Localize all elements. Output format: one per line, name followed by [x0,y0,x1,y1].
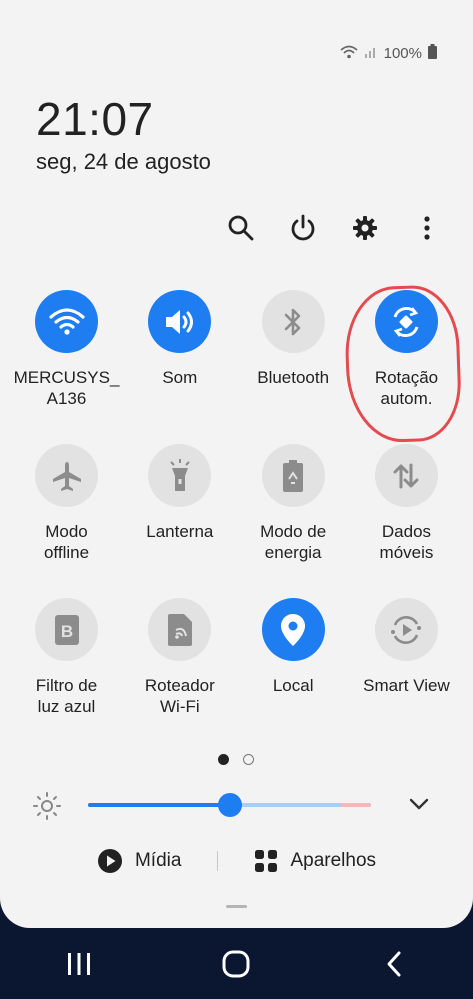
drag-handle[interactable] [226,905,247,908]
tile-blue-light-button[interactable]: B [35,598,98,661]
home-button[interactable] [206,934,266,994]
more-options-button[interactable] [409,208,445,248]
search-button[interactable] [223,208,259,248]
tile-label: Modo de energia [260,522,327,562]
tile-label: Modo offline [43,522,90,562]
tile-smart-view[interactable]: Smart View [350,598,463,752]
settings-button[interactable] [347,208,383,248]
gear-icon [353,216,377,240]
brightness-slider-high-zone [341,803,371,807]
flashlight-icon [170,458,190,491]
brightness-slider[interactable] [88,793,371,817]
status-bar: 100% [340,44,437,63]
media-devices-bar: Mídia Aparelhos [0,848,473,874]
tile-label: Bluetooth [257,368,330,387]
devices-button[interactable]: Aparelhos [254,849,376,873]
bluetooth-icon [284,308,301,335]
media-button[interactable]: Mídia [97,848,181,874]
tile-label: Filtro de luz azul [35,676,98,716]
volume-icon [165,309,193,334]
tile-sound[interactable]: Som [123,290,236,444]
battery-icon [428,44,437,63]
tile-hotspot-button[interactable] [148,598,212,661]
tile-label: Local [272,676,314,695]
page-dot-active[interactable] [218,754,229,765]
divider [217,851,219,871]
power-button[interactable] [285,208,321,248]
devices-grid-icon [255,850,278,872]
back-button[interactable] [364,934,424,994]
tile-wifi-button[interactable] [35,290,98,353]
sun-icon [33,792,61,820]
clock-date[interactable]: seg, 24 de agosto [36,149,211,175]
recent-apps-button[interactable] [49,934,109,994]
tile-label: Dados móveis [379,522,434,562]
quick-toolbar [223,208,445,248]
location-icon [281,613,306,646]
tile-airplane-button[interactable] [35,444,98,507]
tile-mobile-data-button[interactable] [374,444,438,507]
tile-bluetooth-button[interactable] [261,290,325,353]
recent-apps-icon [67,952,90,975]
tiles-row: Modo offline Lanterna Modo de energia Da… [10,444,463,598]
tile-location-button[interactable] [261,598,325,661]
tile-location[interactable]: Local [237,598,350,752]
quick-settings-screen: 100% 21:07 seg, 24 de agosto MERCUSYS_ A… [0,0,473,999]
navigation-bar [0,928,473,999]
back-icon [387,951,401,976]
tile-power-mode-button[interactable] [261,444,325,507]
search-icon [228,215,254,241]
wifi-icon [48,307,85,335]
tile-flashlight-button[interactable] [148,444,212,507]
tile-label: Lanterna [146,522,214,541]
tile-sound-button[interactable] [148,290,212,353]
blue-light-icon: B [54,614,79,645]
devices-label: Aparelhos [290,850,377,871]
svg-text:B: B [60,622,72,641]
media-label: Mídia [134,850,182,871]
airplane-icon [52,461,81,491]
tile-label: Smart View [363,676,450,695]
tile-smart-view-button[interactable] [374,598,438,661]
tile-blue-light-filter[interactable]: B Filtro de luz azul [10,598,123,752]
data-arrows-icon [393,463,419,488]
more-icon [424,216,430,240]
quick-panel: 100% 21:07 seg, 24 de agosto MERCUSYS_ A… [0,0,473,928]
tile-wifi[interactable]: MERCUSYS_ A136 [10,290,123,444]
play-icon [97,849,122,873]
tile-flashlight[interactable]: Lanterna [123,444,236,598]
hotspot-icon [167,613,192,646]
brightness-control [30,788,440,822]
chevron-down-icon[interactable] [408,796,430,812]
signal-icon [364,45,378,63]
tile-bluetooth[interactable]: Bluetooth [237,290,350,444]
tile-power-mode[interactable]: Modo de energia [237,444,350,598]
page-indicator [218,754,254,765]
smart-view-icon [391,615,422,644]
tile-mobile-data[interactable]: Dados móveis [350,444,463,598]
wifi-status-icon [340,45,358,63]
tile-label: MERCUSYS_ A136 [13,368,120,408]
tile-label: Roteador Wi-Fi [144,676,215,716]
tiles-row: B Filtro de luz azul Roteador Wi-Fi Loca… [10,598,463,752]
page-dot-inactive[interactable] [243,754,254,765]
tile-airplane-mode[interactable]: Modo offline [10,444,123,598]
tile-label: Som [162,368,198,387]
clock-time[interactable]: 21:07 [36,92,154,146]
tile-wifi-hotspot[interactable]: Roteador Wi-Fi [123,598,236,752]
home-icon [222,950,250,977]
power-icon [291,214,315,241]
battery-saver-icon [283,459,304,492]
brightness-slider-fill [88,803,230,807]
battery-percent: 100% [383,45,422,62]
brightness-slider-thumb[interactable] [217,793,242,817]
